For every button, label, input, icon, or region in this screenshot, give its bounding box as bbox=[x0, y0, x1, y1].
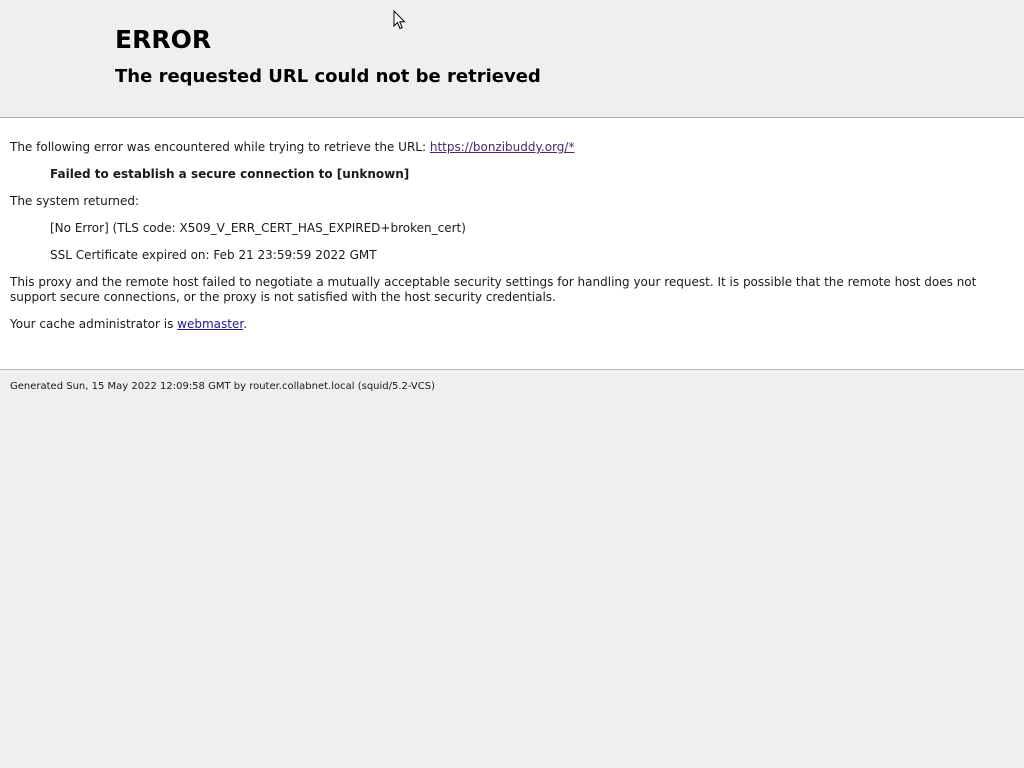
error-title: ERROR bbox=[115, 25, 212, 54]
intro-paragraph: The following error was encountered whil… bbox=[10, 140, 1014, 155]
mouse-pointer-icon bbox=[393, 10, 406, 30]
error-header: ERROR The requested URL could not be ret… bbox=[0, 0, 1024, 118]
admin-prefix: Your cache administrator is bbox=[10, 317, 178, 331]
error-content: The following error was encountered whil… bbox=[0, 118, 1024, 370]
url-link[interactable]: https://bonzibuddy.org/* bbox=[430, 140, 575, 154]
error-subtitle: The requested URL could not be retrieved bbox=[115, 66, 541, 87]
error-message: Failed to establish a secure connection … bbox=[50, 167, 410, 181]
system-returned-label: The system returned: bbox=[10, 194, 140, 208]
cert-expiry: SSL Certificate expired on: Feb 21 23:59… bbox=[50, 248, 377, 262]
admin-suffix: . bbox=[243, 317, 248, 331]
intro-text: The following error was encountered whil… bbox=[10, 140, 430, 154]
footer: Generated Sun, 15 May 2022 12:09:58 GMT … bbox=[0, 370, 1024, 393]
admin-paragraph: Your cache administrator is webmaster. bbox=[10, 317, 1014, 332]
tls-error: [No Error] (TLS code: X509_V_ERR_CERT_HA… bbox=[50, 221, 466, 235]
webmaster-link[interactable]: webmaster bbox=[177, 317, 243, 331]
explanation-paragraph: This proxy and the remote host failed to… bbox=[10, 275, 977, 304]
generated-text: Generated Sun, 15 May 2022 12:09:58 GMT … bbox=[10, 381, 435, 392]
